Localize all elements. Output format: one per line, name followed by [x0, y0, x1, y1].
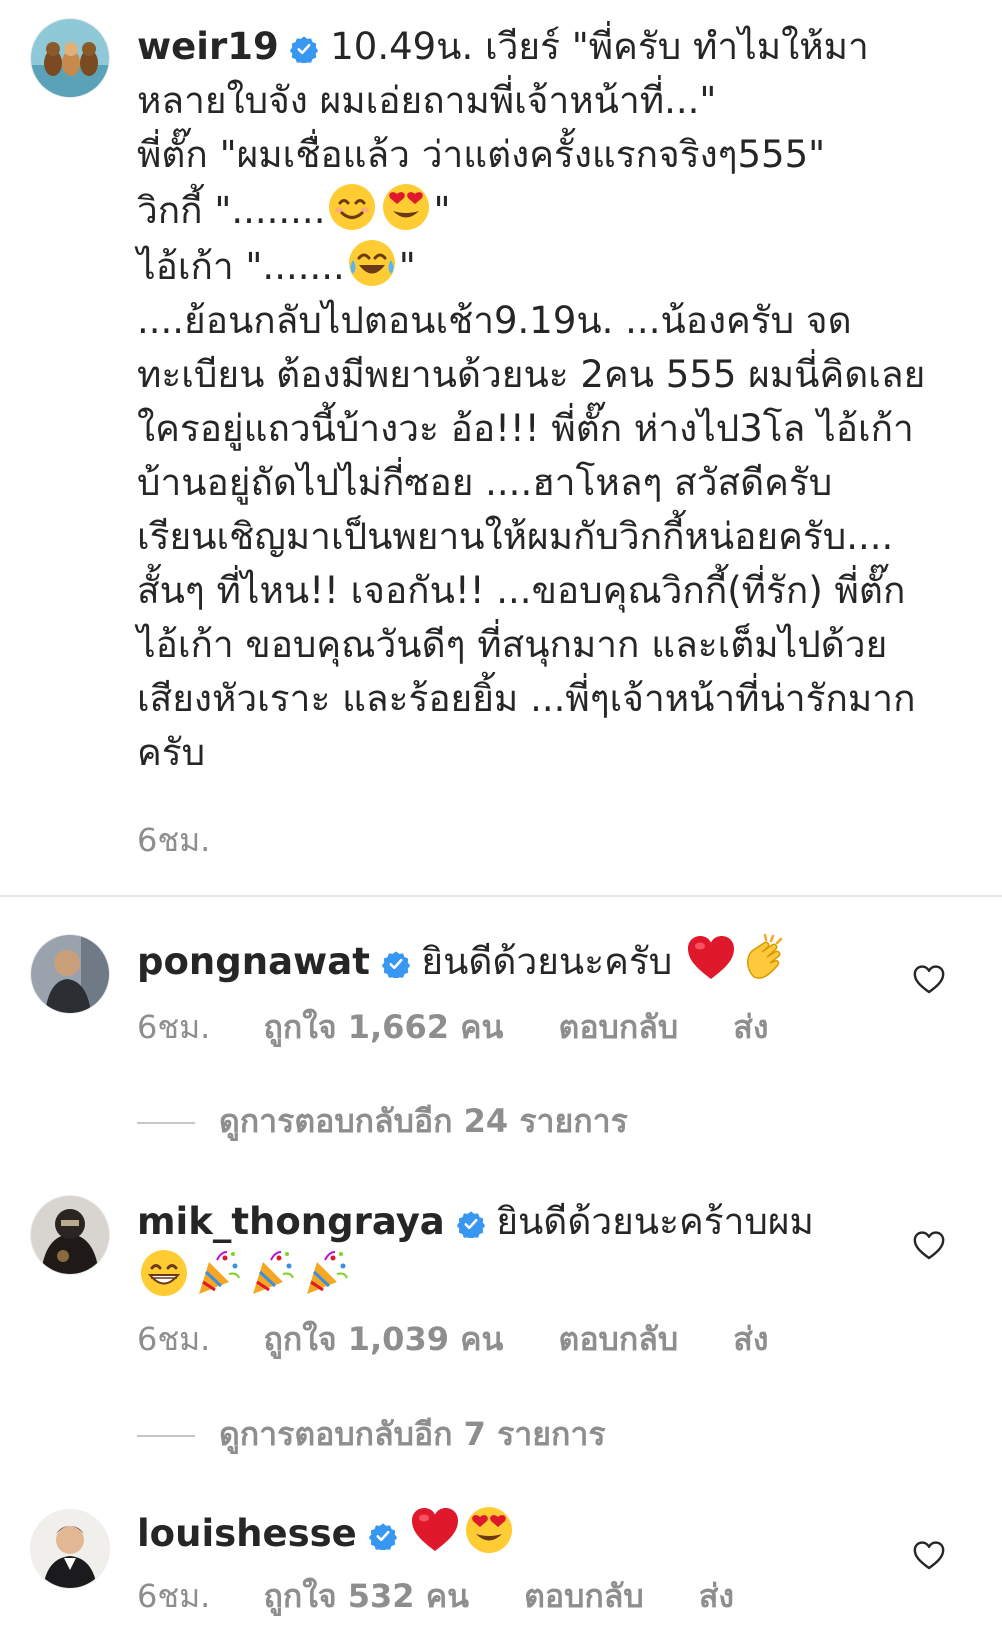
replies-line	[137, 1435, 195, 1437]
likes-count[interactable]: ถูกใจ 1,039 คน	[263, 1314, 503, 1365]
caption-line: วิกกี้ "........ "	[137, 182, 977, 238]
send-button[interactable]: ส่ง	[733, 1002, 768, 1053]
comment-meta: 6ชม. ถูกใจ 1,662 คน ตอบกลับ ส่ง	[137, 1002, 768, 1053]
caption-line: หลายใบจัง ผมเอ่ยถามพี่เจ้าหน้าที่..."	[137, 79, 717, 122]
caption-line: พี่ตั๊ก "ผมเชื่อแล้ว ว่าแต่งครั้งแรกจริง…	[137, 133, 826, 176]
caption-line: เสียงหัวเราะ และร้อยยิ้ม ...พี่ๆเจ้าหน้า…	[137, 677, 916, 720]
caption-text: วิกกี้ "........	[137, 189, 326, 232]
red-heart-icon	[410, 1505, 460, 1555]
send-button[interactable]: ส่ง	[733, 1314, 768, 1365]
post-username[interactable]: weir19	[137, 25, 279, 68]
comment-body: ยินดีด้วยนะครับ	[421, 940, 673, 983]
caption-line: บ้านอยู่ถัดไปไม่กี่ซอย ....ฮาโหลๆ สวัสดี…	[137, 461, 833, 504]
comment-timestamp: 6ชม.	[137, 1577, 211, 1615]
red-heart-icon	[686, 933, 736, 983]
verified-badge-icon	[290, 35, 318, 63]
avatar[interactable]	[31, 1196, 109, 1274]
heart-eyes-face-icon	[381, 182, 431, 232]
comment-text: louishesse	[137, 1505, 516, 1561]
view-replies-button[interactable]: ดูการตอบกลับอีก 24 รายการ	[137, 1096, 628, 1147]
caption-line: ครับ	[137, 731, 206, 774]
caption-line: ....ย้อนกลับไปตอนเช้า9.19น. ...น้องครับ …	[137, 299, 852, 342]
like-heart-icon[interactable]	[912, 963, 946, 997]
avatar[interactable]	[31, 19, 109, 97]
comment-text: mik_thongraya ยินดีด้วยนะคร้าบผม	[137, 1195, 814, 1249]
smiling-face-icon	[327, 182, 377, 232]
reply-button[interactable]: ตอบกลับ	[559, 1002, 679, 1053]
grinning-face-icon	[139, 1248, 189, 1298]
post-caption: weir19 10.49น. เวียร์ "พี่ครับ ทำไมให้มา…	[137, 20, 977, 780]
reply-button[interactable]: ตอบกลับ	[524, 1571, 644, 1622]
comment-username[interactable]: mik_thongraya	[137, 1200, 445, 1243]
comment-text: pongnawat ยินดีด้วยนะครับ	[137, 933, 792, 989]
avatar[interactable]	[31, 1510, 109, 1588]
party-popper-icon	[301, 1248, 351, 1298]
post-timestamp: 6ชม.	[137, 821, 211, 859]
caption-line: สั้นๆ ที่ไหน!! เจอกัน!! ...ขอบคุณวิกกี้(…	[137, 569, 906, 612]
like-heart-icon[interactable]	[912, 1539, 946, 1573]
divider	[0, 895, 1002, 897]
comment-username[interactable]: pongnawat	[137, 940, 370, 983]
caption-line: เรียนเชิญมาเป็นพยานให้ผมกับวิกกี้หน่อยคร…	[137, 515, 894, 558]
caption-quote: "	[398, 245, 416, 288]
comment-username[interactable]: louishesse	[137, 1512, 357, 1555]
view-replies-button[interactable]: ดูการตอบกลับอีก 7 รายการ	[137, 1409, 606, 1460]
likes-count[interactable]: ถูกใจ 532 คน	[263, 1571, 468, 1622]
comment-meta: 6ชม. ถูกใจ 532 คน ตอบกลับ ส่ง	[137, 1571, 734, 1622]
caption-text: 10.49น. เวียร์ "พี่ครับ ทำไมให้มา	[330, 25, 869, 68]
likes-count[interactable]: ถูกใจ 1,662 คน	[263, 1002, 503, 1053]
caption-line: ไอ้เก้า ขอบคุณวันดีๆ ที่สนุกมาก และเต็มไ…	[137, 623, 888, 666]
party-popper-icon	[247, 1248, 297, 1298]
send-button[interactable]: ส่ง	[699, 1571, 734, 1622]
caption-quote: "	[433, 189, 451, 232]
clapping-hands-icon	[740, 933, 790, 983]
avatar[interactable]	[31, 935, 109, 1013]
replies-line	[137, 1122, 195, 1124]
party-popper-icon	[193, 1248, 243, 1298]
comment-timestamp: 6ชม.	[137, 1008, 211, 1046]
caption-line: ใครอยู่แถวนี้บ้างวะ อ้อ!!! พี่ตั๊ก ห่างไ…	[137, 407, 914, 450]
like-heart-icon[interactable]	[912, 1229, 946, 1263]
comment-emoji-line	[137, 1248, 353, 1304]
verified-badge-icon	[369, 1522, 397, 1550]
verified-badge-icon	[382, 950, 410, 978]
comment-meta: 6ชม. ถูกใจ 1,039 คน ตอบกลับ ส่ง	[137, 1314, 768, 1365]
reply-button[interactable]: ตอบกลับ	[559, 1314, 679, 1365]
caption-line: weir19 10.49น. เวียร์ "พี่ครับ ทำไมให้มา	[137, 20, 977, 74]
verified-badge-icon	[457, 1210, 485, 1238]
view-replies-label: ดูการตอบกลับอีก 7 รายการ	[219, 1415, 606, 1453]
view-replies-label: ดูการตอบกลับอีก 24 รายการ	[219, 1102, 628, 1140]
comment-body: ยินดีด้วยนะคร้าบผม	[496, 1200, 814, 1243]
heart-eyes-face-icon	[464, 1505, 514, 1555]
caption-text: ไอ้เก้า ".......	[137, 245, 345, 288]
caption-line: ทะเบียน ต้องมีพยานด้วยนะ 2คน 555 ผมนี่คิ…	[137, 353, 926, 396]
caption-line: ไอ้เก้า "....... "	[137, 238, 977, 294]
comment-timestamp: 6ชม.	[137, 1320, 211, 1358]
tears-of-joy-face-icon	[347, 238, 397, 288]
